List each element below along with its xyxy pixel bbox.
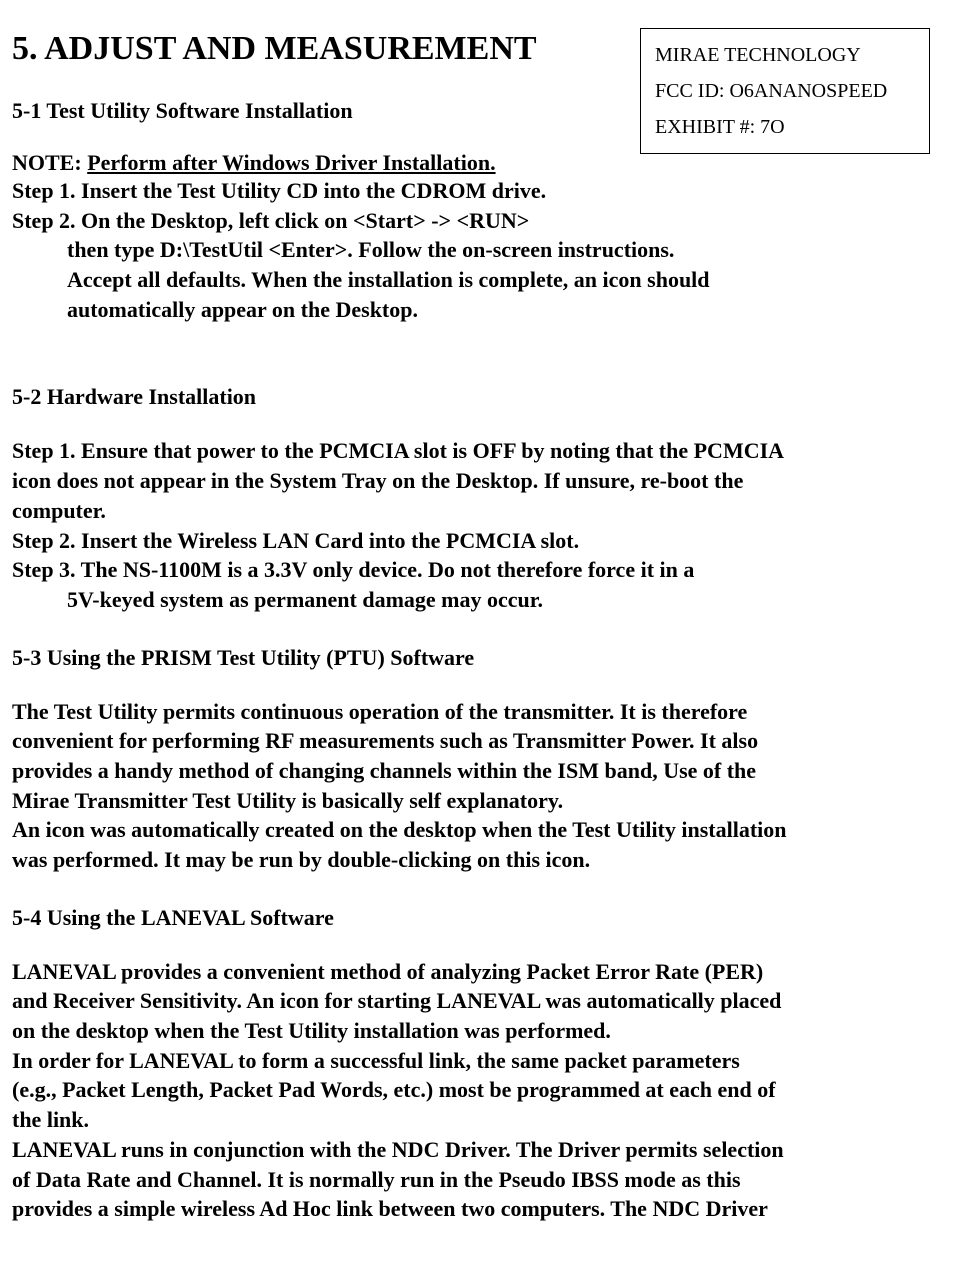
section-5-4-p2-l2: (e.g., Packet Length, Packet Pad Words, … — [12, 1075, 946, 1105]
section-5-4-p3-l3: provides a simple wireless Ad Hoc link b… — [12, 1194, 946, 1224]
section-5-4-p1-l3: on the desktop when the Test Utility ins… — [12, 1016, 946, 1046]
section-5-3-p1-l4: Mirae Transmitter Test Utility is basica… — [12, 786, 946, 816]
section-5-1-step1: Step 1. Insert the Test Utility CD into … — [12, 176, 946, 206]
section-5-2-heading: 5-2 Hardware Installation — [12, 384, 946, 410]
section-5-3-p2-l1: An icon was automatically created on the… — [12, 815, 946, 845]
section-5-3-p2-l2: was performed. It may be run by double-c… — [12, 845, 946, 875]
section-5-4-p2-l1: In order for LANEVAL to form a successfu… — [12, 1046, 946, 1076]
section-5-2-step1-l3: computer. — [12, 496, 946, 526]
section-5-2-step3-l1: Step 3. The NS-1100M is a 3.3V only devi… — [12, 555, 946, 585]
header-company: MIRAE TECHNOLOGY — [655, 37, 915, 73]
section-5-4-p3-l2: of Data Rate and Channel. It is normally… — [12, 1165, 946, 1195]
section-5-4-p2-l3: the link. — [12, 1105, 946, 1135]
section-5-3-p1-l3: provides a handy method of changing chan… — [12, 756, 946, 786]
section-5-2-step1-l2: icon does not appear in the System Tray … — [12, 466, 946, 496]
header-info-box: MIRAE TECHNOLOGY FCC ID: O6ANANOSPEED EX… — [640, 28, 930, 154]
note-underlined: Perform after Windows Driver Installatio… — [87, 150, 495, 175]
section-5-1-step2: Step 2. On the Desktop, left click on <S… — [12, 206, 946, 236]
header-exhibit: EXHIBIT #: 7O — [655, 109, 915, 145]
section-5-2-step2: Step 2. Insert the Wireless LAN Card int… — [12, 526, 946, 556]
section-5-3-p1-l2: convenient for performing RF measurement… — [12, 726, 946, 756]
section-5-3-heading: 5-3 Using the PRISM Test Utility (PTU) S… — [12, 645, 946, 671]
header-fcc-id: FCC ID: O6ANANOSPEED — [655, 73, 915, 109]
section-5-1-step2-cont3: automatically appear on the Desktop. — [12, 295, 946, 325]
section-5-1-step2-cont1: then type D:\TestUtil <Enter>. Follow th… — [12, 235, 946, 265]
section-5-1-step2-cont2: Accept all defaults. When the installati… — [12, 265, 946, 295]
section-5-3-p1-l1: The Test Utility permits continuous oper… — [12, 697, 946, 727]
section-5-4-heading: 5-4 Using the LANEVAL Software — [12, 905, 946, 931]
section-5-2-step1-l1: Step 1. Ensure that power to the PCMCIA … — [12, 436, 946, 466]
section-5-4-p3-l1: LANEVAL runs in conjunction with the NDC… — [12, 1135, 946, 1165]
section-5-4-p1-l2: and Receiver Sensitivity. An icon for st… — [12, 986, 946, 1016]
section-5-2-step3-l2: 5V-keyed system as permanent damage may … — [12, 585, 946, 615]
section-5-4-p1-l1: LANEVAL provides a convenient method of … — [12, 957, 946, 987]
note-prefix: NOTE: — [12, 150, 87, 175]
